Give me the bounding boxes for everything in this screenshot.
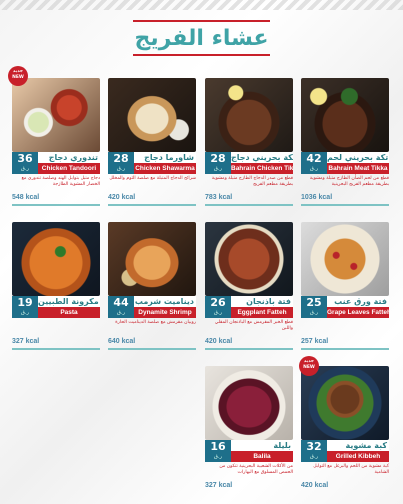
food-photo: [12, 78, 100, 152]
item-name-ar: كبة مشوية: [327, 440, 389, 451]
divider: [205, 348, 293, 350]
item-kcal: 327 kcal: [12, 338, 40, 345]
item-name-ar: فتة ورق عنب: [327, 296, 389, 307]
item-name-ar: تندوري دجاج: [38, 152, 100, 163]
item-description: قطع من لحم الضأن الطازج متبلة ومشوية بطر…: [309, 176, 389, 187]
price-tag: 36 ر.ق: [12, 152, 38, 174]
item-kcal: 420 kcal: [205, 338, 233, 345]
price-tag: 25 ر.ق: [301, 296, 327, 318]
price-tag: 16 ر.ق: [205, 440, 231, 462]
food-photo: [108, 78, 196, 152]
price-tag: 28 ر.ق: [108, 152, 134, 174]
title-rule-top: [133, 20, 270, 22]
price-tag: 42 ر.ق: [301, 152, 327, 174]
item-kcal: 420 kcal: [108, 194, 136, 201]
food-photo: [205, 222, 293, 296]
item-name-en: Chicken Tandoori: [38, 163, 100, 174]
item-name-ar: بليلة: [231, 440, 293, 451]
price-tag: 28 ر.ق: [205, 152, 231, 174]
price-tag: 44 ر.ق: [108, 296, 134, 318]
page-title: عشاء الفريج: [134, 26, 269, 51]
item-description: من الأكلات الشعبية البحرينية تتكون من ال…: [219, 464, 293, 475]
item-kcal: 327 kcal: [205, 482, 233, 489]
food-photo: [301, 222, 389, 296]
divider: [205, 204, 293, 206]
food-photo: [108, 222, 196, 296]
item-kcal: 783 kcal: [205, 194, 233, 201]
item-name-ar: شاورما دجاج: [134, 152, 196, 163]
item-name-ar: تكة بحريني دجاج: [231, 152, 293, 163]
food-photo: [301, 78, 389, 152]
item-name-en: Pasta: [38, 307, 100, 318]
item-kcal: 257 kcal: [301, 338, 329, 345]
divider: [12, 348, 100, 350]
food-photo: [12, 222, 100, 296]
item-description: قطع من صدر الدجاج الطازج متبلة ومشوية بط…: [211, 176, 293, 187]
food-photo: [205, 366, 293, 440]
item-name-ar: فتة باذنجان: [231, 296, 293, 307]
item-name-en: Eggplant Fatteh: [231, 307, 293, 318]
item-description: روبيان مقرمش مع صلصة الديناميت الحارة: [115, 320, 196, 325]
food-photo: [301, 366, 389, 440]
divider: [12, 204, 100, 206]
divider: [301, 204, 389, 206]
item-name-ar: تكة بحريني لحم: [327, 152, 389, 163]
new-badge: جديد NEW: [8, 66, 28, 86]
item-kcal: 1036 kcal: [301, 194, 333, 201]
price-tag: 32 ر.ق: [301, 440, 327, 462]
divider: [301, 348, 389, 350]
item-name-en: Dynamite Shrimp: [134, 307, 196, 318]
title-rule-bottom: [133, 54, 270, 56]
item-name-en: Bahrain Chicken Tikka: [231, 163, 293, 174]
divider: [108, 204, 196, 206]
new-badge: جديد NEW: [299, 356, 319, 376]
item-name-ar: ديناميت شرمب: [134, 296, 196, 307]
divider: [108, 348, 196, 350]
item-name-en: Grilled Kibbeh: [327, 451, 389, 462]
item-description: دجاج متبل بتوابل الهند وصلصة تندوري مع ا…: [21, 176, 101, 187]
item-name-en: Balila: [231, 451, 293, 462]
item-description: شرائح الدجاج المتبلة مع صلصة الثوم والمخ…: [109, 176, 196, 181]
item-kcal: 420 kcal: [301, 482, 329, 489]
food-photo: [205, 78, 293, 152]
item-description: كبة مشوية من اللحم والبرغل مع التوابل ال…: [313, 464, 389, 475]
item-name-en: Chicken Shawarma: [134, 163, 196, 174]
item-name-en: Bahrain Meat Tikka: [327, 163, 389, 174]
price-tag: 26 ر.ق: [205, 296, 231, 318]
price-tag: 19 ر.ق: [12, 296, 38, 318]
item-name-ar: مكرونة الطبيين: [38, 296, 100, 307]
item-kcal: 640 kcal: [108, 338, 136, 345]
item-kcal: 548 kcal: [12, 194, 40, 201]
item-description: قطع الخبز المقرمش مع الباذنجان المقلي وا…: [214, 320, 293, 331]
item-name-en: Grape Leaves Fatteh: [327, 307, 389, 318]
top-pattern: [0, 0, 403, 10]
